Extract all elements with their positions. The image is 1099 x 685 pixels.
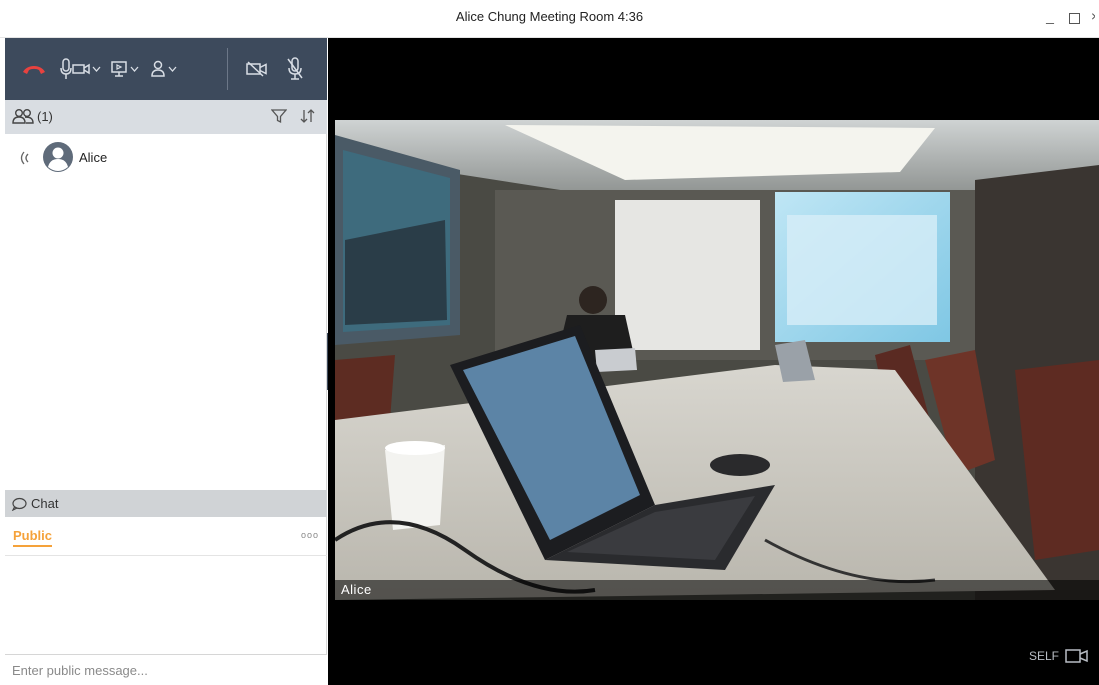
audio-video-button[interactable]: [60, 56, 101, 82]
participants-header: (1): [5, 100, 327, 134]
meeting-toolbar: [5, 38, 327, 100]
video-off-icon: [246, 61, 267, 77]
mic-off-button[interactable]: [286, 56, 304, 82]
avatar: [43, 142, 73, 172]
chat-messages: [5, 556, 327, 654]
hangup-button[interactable]: [21, 56, 47, 82]
chat-header[interactable]: Chat: [5, 490, 327, 517]
left-panel: (1) Alice Chat Public ooo Enter public m…: [5, 38, 327, 685]
window-title: Alice Chung Meeting Room 4:36: [455, 9, 644, 24]
toolbar-separator: [227, 48, 228, 90]
share-screen-icon: [111, 61, 127, 77]
video-area: Alice SELF: [328, 38, 1099, 685]
chevron-down-icon: [130, 66, 139, 72]
self-label: SELF: [1028, 649, 1059, 663]
user-button[interactable]: [150, 56, 177, 82]
participant-name: Alice: [79, 150, 108, 165]
chat-tabs: Public ooo: [5, 517, 327, 556]
minimize-button[interactable]: _: [1043, 8, 1057, 27]
user-icon: [151, 60, 165, 77]
video-feed[interactable]: Alice: [335, 120, 1099, 600]
camera-icon: [1065, 649, 1088, 663]
participant-count: (1): [37, 108, 53, 124]
chat-bubble-icon: [11, 497, 27, 511]
video-off-button[interactable]: [246, 56, 268, 82]
chat-header-label: Chat: [31, 496, 59, 511]
close-button[interactable]: ×: [1091, 8, 1095, 27]
chevron-down-icon: [168, 66, 177, 72]
speaking-icon: [20, 151, 29, 165]
video-participant-name: Alice: [341, 582, 372, 597]
maximize-button[interactable]: [1067, 8, 1081, 27]
share-screen-button[interactable]: [110, 56, 139, 82]
tab-public[interactable]: Public: [13, 528, 53, 547]
public-message-input[interactable]: [5, 654, 327, 685]
video-name-bar: Alice: [335, 580, 1099, 600]
sort-icon[interactable]: [299, 108, 317, 124]
maximize-icon: [1068, 13, 1080, 24]
participant-row[interactable]: Alice: [5, 138, 327, 178]
conference-room-video: [335, 120, 1099, 600]
mic-off-icon: [287, 57, 303, 80]
chevron-down-icon: [92, 66, 101, 72]
more-options-button[interactable]: ooo: [301, 530, 319, 540]
title-bar: Alice Chung Meeting Room 4:36 _ ×: [0, 0, 1099, 38]
filter-icon[interactable]: [271, 108, 287, 124]
camera-icon: [72, 63, 90, 75]
self-view-button[interactable]: SELF: [1029, 648, 1089, 664]
window-controls: _ ×: [1043, 8, 1095, 27]
hangup-icon: [23, 66, 45, 74]
participants-icon: [12, 109, 34, 124]
microphone-icon: [60, 58, 72, 79]
